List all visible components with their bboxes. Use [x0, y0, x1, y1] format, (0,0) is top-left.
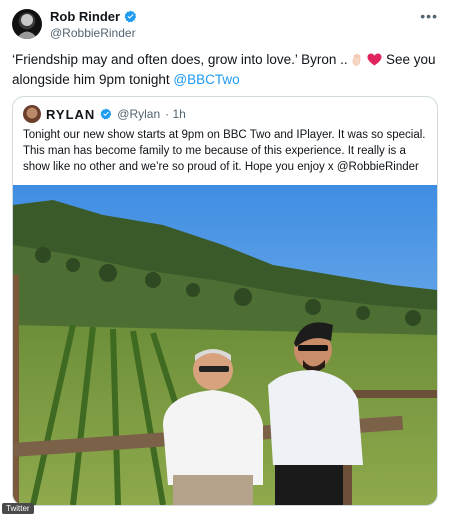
quoted-photo[interactable] [13, 185, 437, 505]
author-handle[interactable]: @RobbieRinder [50, 26, 137, 40]
author-name[interactable]: Rob Rinder [50, 9, 120, 24]
quoted-text: Tonight our new show starts at 9pm on BB… [23, 129, 426, 173]
raised-hand-emoji-icon [353, 53, 361, 66]
tweet-text: ‘Friendship may and often does, grow int… [12, 50, 438, 90]
more-horizontal-icon[interactable]: ••• [420, 8, 438, 24]
tweet-card: Rob Rinder @RobbieRinder ••• ‘Friendship… [0, 0, 450, 515]
quoted-author-handle[interactable]: @Rylan [117, 107, 160, 121]
quoted-header: RYLAN @Rylan · 1h [23, 105, 186, 123]
red-heart-emoji-icon [367, 53, 382, 66]
tweet-text-part1: ‘Friendship may and often does, grow int… [12, 52, 348, 67]
quoted-tweet[interactable]: RYLAN @Rylan · 1h Tonight our new show s… [12, 96, 438, 506]
author-info: Rob Rinder @RobbieRinder [50, 9, 137, 40]
verified-badge-icon [100, 108, 112, 120]
quoted-author-name[interactable]: RYLAN [46, 107, 95, 122]
quoted-avatar[interactable] [23, 105, 41, 123]
quoted-timestamp[interactable]: · 1h [165, 107, 186, 121]
author-avatar[interactable] [12, 9, 42, 39]
verified-badge-icon [124, 10, 137, 23]
mention-link[interactable]: @BBCTwo [173, 72, 239, 87]
source-label: Twitter [2, 503, 34, 514]
